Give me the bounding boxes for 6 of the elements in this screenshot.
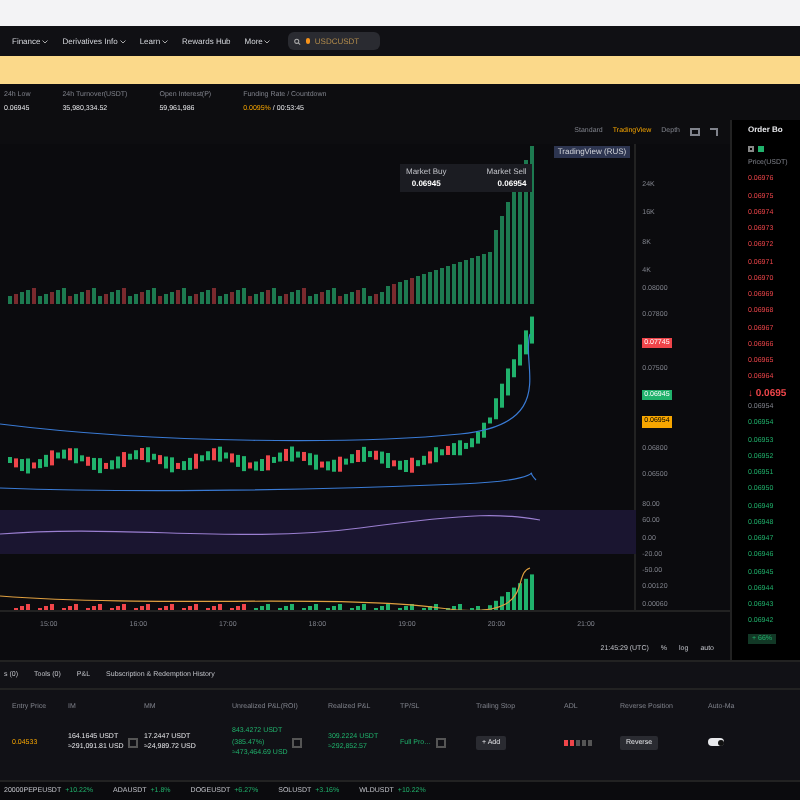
search-icon: [294, 37, 302, 45]
fullscreen-icon[interactable]: [710, 128, 718, 136]
grid-icon[interactable]: [690, 128, 700, 136]
adl-indicator: [564, 739, 592, 746]
coin-icon: [305, 38, 311, 44]
toggle-switch[interactable]: [708, 738, 724, 747]
